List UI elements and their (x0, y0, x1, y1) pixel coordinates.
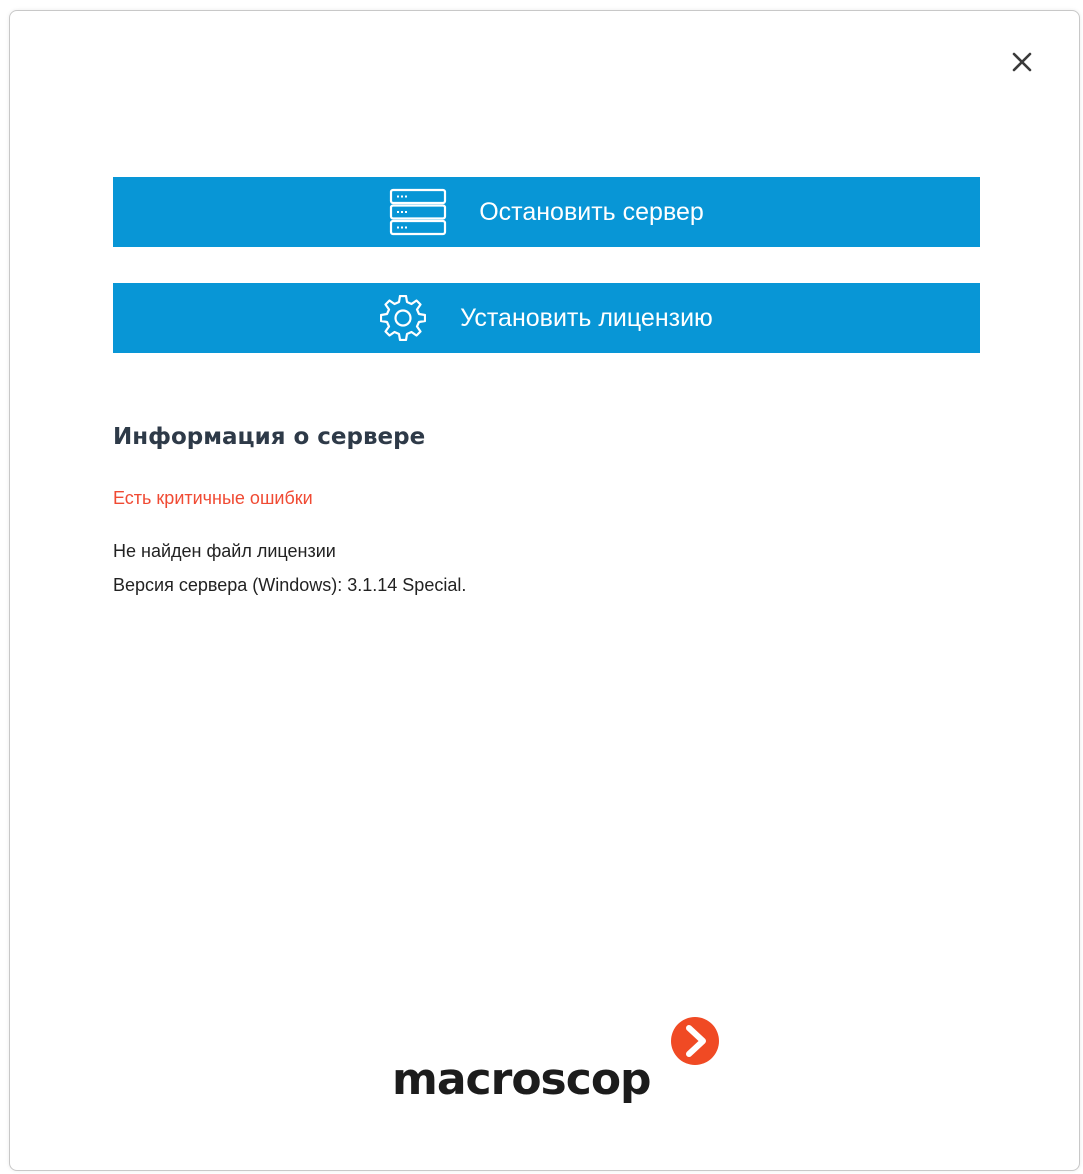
chevron-right-icon (671, 1017, 719, 1065)
server-info-title: Информация о сервере (113, 424, 426, 450)
critical-errors-status: Есть критичные ошибки (113, 488, 313, 508)
install-license-label: Установить лицензию (460, 303, 713, 332)
close-button[interactable] (1002, 42, 1042, 82)
macroscop-logo: macroscop (392, 1016, 732, 1116)
install-license-button[interactable]: Установить лицензию (113, 283, 980, 353)
close-icon (1012, 52, 1032, 72)
server-icon (389, 188, 447, 236)
license-missing-text: Не найден файл лицензии (113, 541, 336, 561)
stop-server-label: Остановить сервер (479, 197, 704, 226)
logo-wordmark: macroscop (392, 1054, 652, 1105)
stop-server-button[interactable]: Остановить сервер (113, 177, 980, 247)
gear-icon (380, 295, 427, 341)
server-version-text: Версия сервера (Windows): 3.1.14 Special… (113, 575, 467, 595)
